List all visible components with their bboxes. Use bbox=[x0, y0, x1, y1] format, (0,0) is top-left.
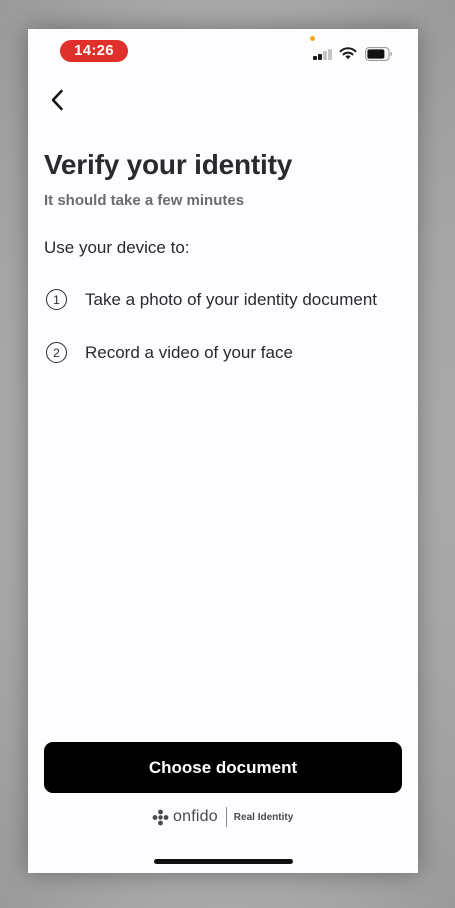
step-item-1: 1 Take a photo of your identity document bbox=[44, 289, 377, 310]
page-title: Verify your identity bbox=[44, 149, 293, 180]
choose-document-button[interactable]: Choose document bbox=[44, 742, 402, 793]
chevron-left-icon bbox=[51, 89, 63, 111]
cellular-signal-icon bbox=[313, 48, 333, 60]
page-subtitle: It should take a few minutes bbox=[44, 192, 245, 209]
wifi-icon bbox=[339, 47, 357, 60]
brand-tagline: Real Identity bbox=[233, 811, 294, 823]
battery-icon bbox=[365, 47, 392, 61]
onfido-logo-icon bbox=[152, 809, 169, 825]
step-item-2: 2 Record a video of your face bbox=[44, 342, 293, 363]
step-text-2: Record a video of your face bbox=[85, 342, 293, 362]
privacy-indicator-dot bbox=[310, 36, 315, 41]
step-text-1: Take a photo of your identity document bbox=[85, 289, 378, 309]
back-button[interactable] bbox=[40, 83, 74, 117]
brand-divider bbox=[225, 807, 227, 827]
status-bar: 14:26 bbox=[28, 29, 418, 73]
instructions-intro: Use your device to: bbox=[44, 238, 190, 257]
brand-name: onfido bbox=[173, 808, 218, 825]
home-indicator[interactable] bbox=[154, 859, 293, 864]
step-number-2: 2 bbox=[46, 342, 67, 363]
step-number-1: 1 bbox=[46, 289, 67, 310]
status-time: 14:26 bbox=[60, 40, 128, 62]
phone-screen: 14:26 Verify your identity It should tak… bbox=[28, 29, 418, 873]
onfido-branding: onfido Real Identity bbox=[152, 805, 293, 829]
